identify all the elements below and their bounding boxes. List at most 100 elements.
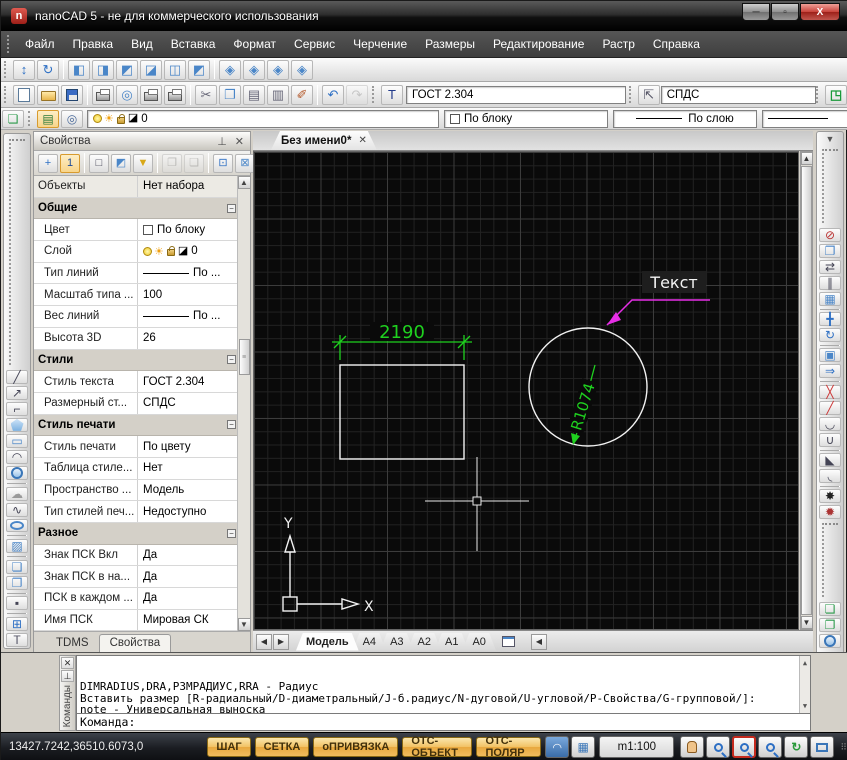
new-document-icon[interactable] <box>13 85 35 105</box>
layout-tab-A0[interactable]: A0 <box>462 633 495 651</box>
view-left-icon[interactable]: ◩ <box>116 60 138 80</box>
layer-freeze-icon[interactable]: ☀ <box>104 112 114 125</box>
format-painter-icon[interactable]: ✐ <box>291 85 313 105</box>
menu-item-raster[interactable]: Растр <box>593 33 643 55</box>
rectangle-entity[interactable] <box>340 365 464 459</box>
layer-combo[interactable]: ☀ ◪ 0 <box>87 110 439 128</box>
print-preview-icon[interactable]: ◎ <box>116 85 138 105</box>
point-icon[interactable]: ▪ <box>6 596 28 610</box>
properties-palette-icon[interactable]: ▤ <box>37 110 59 128</box>
document-tab-close-icon[interactable]: ✕ <box>358 135 366 146</box>
command-history[interactable]: DIMRADIUS,DRA,РЗМРАДИУС,RRA - РадиусВста… <box>76 655 811 714</box>
property-value[interactable]: ☀◪0 <box>138 241 250 262</box>
construction-line-icon[interactable]: ↗ <box>6 386 28 400</box>
section-header-Стиль печати[interactable]: Стиль печати− <box>34 415 250 437</box>
property-row-Таблица стиле...[interactable]: Таблица стиле...Нет <box>34 458 250 480</box>
command-scrollbar[interactable]: ▲ ▼ <box>799 656 810 713</box>
panel-tab-Свойства[interactable]: Свойства <box>99 634 172 652</box>
quick-select-icon[interactable]: ⊡ <box>213 154 233 173</box>
make-block-icon[interactable]: ❏ <box>6 560 28 574</box>
minimize-button[interactable]: ─ <box>742 3 770 21</box>
open-icon[interactable] <box>37 85 59 105</box>
collapse-icon[interactable]: − <box>227 355 236 364</box>
stretch-icon[interactable]: ⇒ <box>819 364 841 378</box>
join-icon[interactable]: ∪ <box>819 433 841 447</box>
menu-item-view[interactable]: Вид <box>122 33 162 55</box>
redo-icon[interactable]: ↷ <box>346 85 368 105</box>
command-input[interactable]: Команда: <box>76 714 811 731</box>
break-at-point-icon[interactable]: ╳ <box>819 385 841 399</box>
command-pin-icon[interactable]: ⊥ <box>61 670 74 682</box>
text-style-icon[interactable]: T <box>381 85 403 105</box>
zoom-window-icon[interactable] <box>732 736 756 758</box>
property-row-Высота 3D[interactable]: Высота 3D26 <box>34 328 250 350</box>
scroll-up-icon[interactable]: ▲ <box>238 176 251 189</box>
layout-tab-Модель[interactable]: Модель <box>296 633 359 651</box>
property-value[interactable]: Да <box>138 588 250 609</box>
layout-tab-A4[interactable]: A4 <box>353 633 386 651</box>
maximize-button[interactable]: ▫ <box>771 3 799 21</box>
plot-settings-icon[interactable] <box>140 85 162 105</box>
selection-circle-icon[interactable] <box>819 634 841 648</box>
nanocad-logo-icon[interactable]: ◳ <box>825 85 847 105</box>
color-combo[interactable]: По блоку <box>444 110 608 128</box>
arc-icon[interactable]: ◠ <box>6 450 28 464</box>
status-toggle-osnap[interactable]: оПРИВЯЗКА <box>313 737 398 757</box>
copy-properties-icon[interactable]: ❐ <box>162 154 182 173</box>
status-toggle-step[interactable]: ШАГ <box>207 737 250 757</box>
rectangle-icon[interactable]: ▭ <box>6 434 28 448</box>
property-row-Слой[interactable]: Слой☀◪0 <box>34 241 250 263</box>
command-close-icon[interactable]: ✕ <box>61 657 74 669</box>
undo-icon[interactable]: ↶ <box>322 85 344 105</box>
add-to-selection-icon[interactable]: + <box>38 154 58 173</box>
dim-style-combo[interactable]: СПДС <box>661 86 817 104</box>
chamfer-icon[interactable]: ◣ <box>819 453 841 467</box>
arc-mode-icon[interactable]: ◠ <box>545 736 569 758</box>
section-header-Стили[interactable]: Стили− <box>34 350 250 372</box>
scroll-down-icon[interactable]: ▼ <box>803 699 807 714</box>
command-tab-label[interactable]: Команды <box>62 685 73 727</box>
filter-icon[interactable]: ▼ <box>133 154 153 173</box>
property-value[interactable]: Недоступно <box>138 501 250 522</box>
polygon-icon[interactable] <box>6 418 28 432</box>
property-value[interactable]: По ... <box>138 306 250 327</box>
view-iso-sw-icon[interactable]: ◈ <box>219 60 241 80</box>
panel-tab-TDMS[interactable]: TDMS <box>46 635 99 652</box>
property-value[interactable]: Нет <box>138 458 250 479</box>
view-back-icon[interactable]: ◨ <box>92 60 114 80</box>
layout-nav-left2-icon[interactable]: ◀ <box>531 634 547 650</box>
property-row-Цвет[interactable]: ЦветПо блоку <box>34 219 250 241</box>
property-row-Тип линий[interactable]: Тип линийПо ... <box>34 263 250 285</box>
scroll-down-icon[interactable]: ▼ <box>801 616 813 629</box>
layers-manager-icon[interactable]: ❏ <box>2 110 24 128</box>
text-style-combo[interactable]: ГОСТ 2.304 <box>406 86 626 104</box>
menu-item-dimensions[interactable]: Размеры <box>416 33 484 55</box>
menu-item-draw[interactable]: Черчение <box>344 33 416 55</box>
sheet-manager-icon[interactable] <box>502 636 515 647</box>
text-icon[interactable]: T <box>6 633 28 647</box>
view-bottom-icon[interactable]: ◩ <box>188 60 210 80</box>
fullscreen-icon[interactable] <box>810 736 834 758</box>
array-icon[interactable]: ▦ <box>819 292 841 306</box>
toolbar-overflow-icon[interactable]: ▼ <box>826 134 835 144</box>
menu-item-edit[interactable]: Правка <box>64 33 123 55</box>
menu-item-help[interactable]: Справка <box>644 33 709 55</box>
property-row-Пространство ...[interactable]: Пространство ...Модель <box>34 480 250 502</box>
copy-object-icon[interactable]: ❐ <box>819 244 841 258</box>
view-iso-ne-icon[interactable]: ◈ <box>267 60 289 80</box>
property-row-Масштаб типа ...[interactable]: Масштаб типа ...100 <box>34 284 250 306</box>
property-value[interactable]: По ... <box>138 263 250 284</box>
property-row-Размерный ст...[interactable]: Размерный ст...СПДС <box>34 393 250 415</box>
make-group-icon[interactable]: ❏ <box>819 602 841 616</box>
property-value[interactable]: Мировая СК <box>138 610 250 631</box>
view-right-icon[interactable]: ◪ <box>140 60 162 80</box>
property-value[interactable]: Модель <box>138 480 250 501</box>
clear-selection-icon[interactable]: ⊠ <box>235 154 255 173</box>
menu-item-insert[interactable]: Вставка <box>162 33 225 55</box>
lineweight-combo[interactable] <box>762 110 847 128</box>
menu-item-format[interactable]: Формат <box>224 33 285 55</box>
close-panel-icon[interactable]: ✕ <box>235 135 244 148</box>
status-toggle-otrack-polar[interactable]: ОТС-ПОЛЯР <box>476 737 541 757</box>
apply-properties-icon[interactable]: ❏ <box>184 154 204 173</box>
property-row-Знак ПСК Вкл[interactable]: Знак ПСК ВклДа <box>34 545 250 567</box>
